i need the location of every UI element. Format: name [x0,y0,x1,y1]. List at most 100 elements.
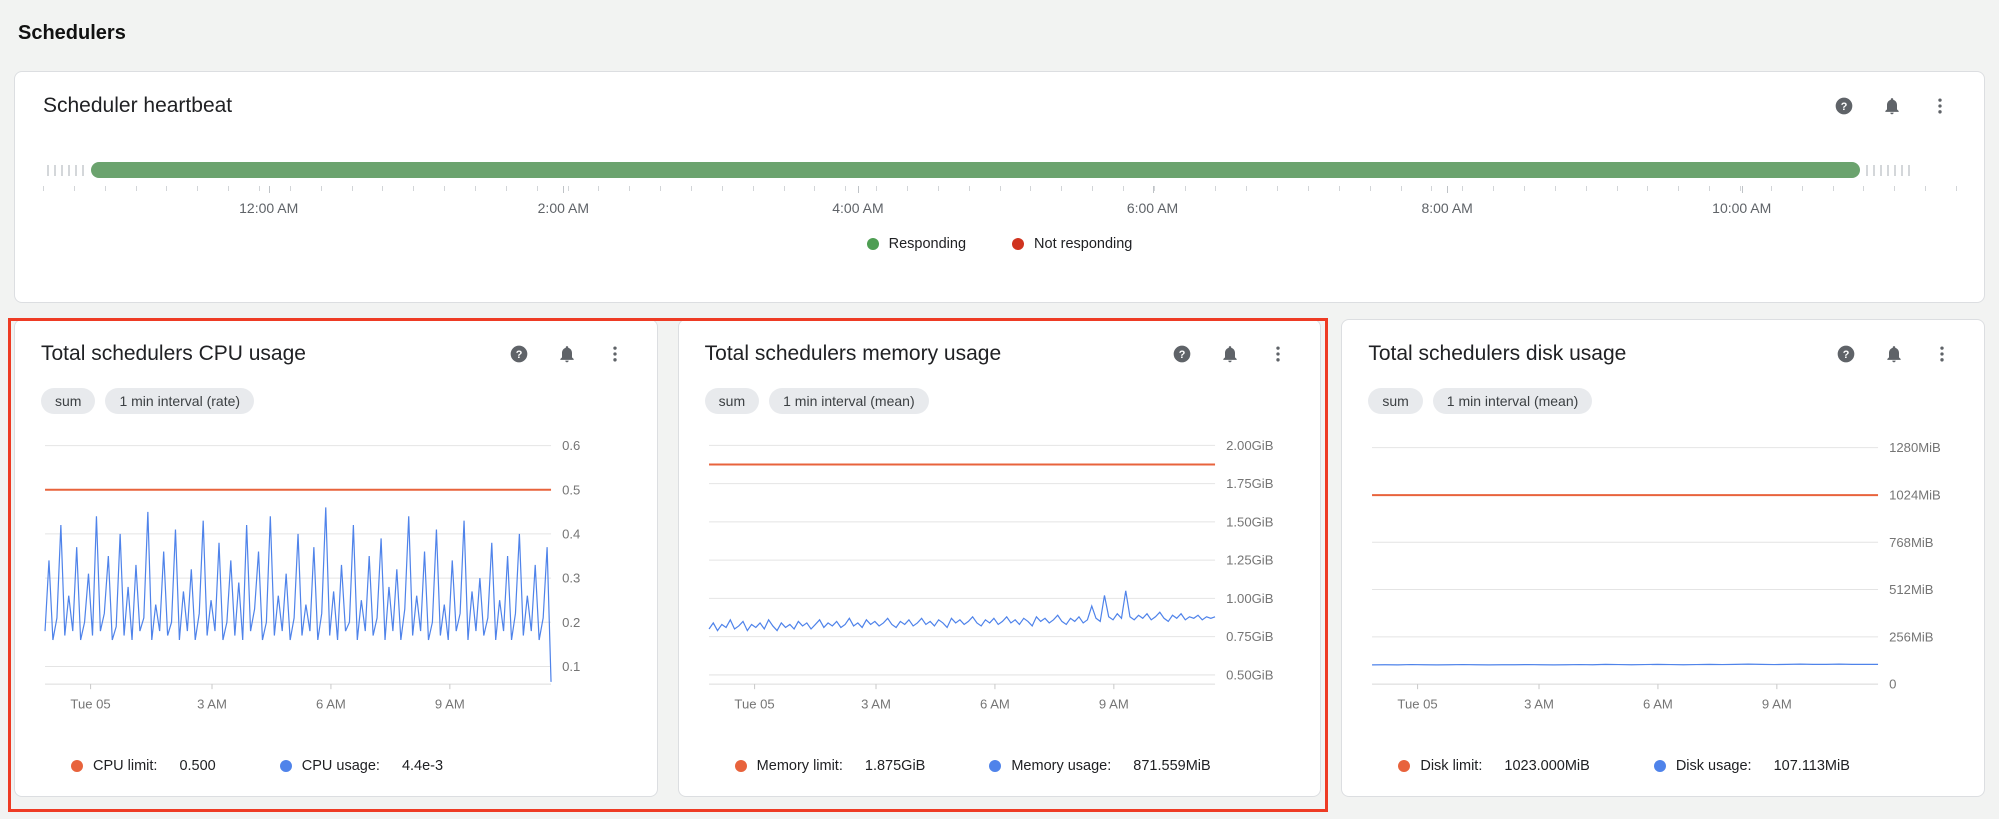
svg-text:0.4: 0.4 [562,526,580,541]
more-vert-icon[interactable] [1930,96,1950,116]
svg-text:6 AM: 6 AM [1643,696,1673,711]
cpu-card-title: Total schedulers CPU usage [41,342,306,366]
aggregation-chip[interactable]: sum [41,388,95,414]
cpu-limit-label: CPU limit: [93,758,157,774]
memory-usage-legend[interactable]: Memory usage: 871.559MiB [989,758,1210,774]
svg-text:0.50GiB: 0.50GiB [1226,667,1274,682]
not-responding-dot [1012,238,1024,250]
memory-usage-label: Memory usage: [1011,758,1111,774]
svg-text:6 AM: 6 AM [980,696,1010,711]
disk-chart-legend: Disk limit: 1023.000MiB Disk usage: 107.… [1368,758,1958,774]
svg-text:0.3: 0.3 [562,571,580,586]
disk-limit-label: Disk limit: [1420,758,1482,774]
heartbeat-card-title: Scheduler heartbeat [43,94,232,118]
svg-text:0.5: 0.5 [562,482,580,497]
interval-chip[interactable]: 1 min interval (mean) [769,388,929,414]
cpu-limit-legend[interactable]: CPU limit: 0.500 [71,758,216,774]
svg-text:6 AM: 6 AM [316,696,346,711]
svg-text:256MiB: 256MiB [1889,629,1934,644]
svg-text:0.2: 0.2 [562,615,580,630]
memory-usage-dot [989,760,1001,772]
not-responding-label: Not responding [1034,236,1132,252]
memory-limit-label: Memory limit: [757,758,843,774]
help-icon[interactable]: ? [509,344,529,364]
svg-text:1.00GiB: 1.00GiB [1226,591,1274,606]
svg-text:?: ? [1841,101,1848,113]
svg-text:0: 0 [1889,677,1896,692]
svg-text:1024MiB: 1024MiB [1889,487,1941,502]
aggregation-chip[interactable]: sum [705,388,759,414]
help-icon[interactable]: ? [1836,344,1856,364]
memory-usage-card: Total schedulers memory usage ? sum 1 mi… [678,319,1322,797]
charts-row: Total schedulers CPU usage ? sum 1 min i… [14,319,1985,797]
svg-text:2.00GiB: 2.00GiB [1226,438,1274,453]
cpu-usage-chart[interactable]: 0.60.50.40.30.20.1Tue 053 AM6 AM9 AM [41,416,631,737]
dashboard-page: Schedulers Scheduler heartbeat ? 12:00 A [0,0,1999,797]
cpu-usage-card: Total schedulers CPU usage ? sum 1 min i… [14,319,658,797]
more-vert-icon[interactable] [1268,344,1288,364]
svg-text:Tue 05: Tue 05 [1398,696,1438,711]
memory-limit-legend[interactable]: Memory limit: 1.875GiB [735,758,926,774]
svg-text:0.6: 0.6 [562,438,580,453]
alert-icon[interactable] [557,344,577,364]
disk-usage-dot [1654,760,1666,772]
svg-text:?: ? [515,349,522,361]
disk-limit-value: 1023.000MiB [1504,758,1589,774]
legend-item-responding: Responding [867,236,966,252]
alert-icon[interactable] [1882,96,1902,116]
svg-text:1.50GiB: 1.50GiB [1226,514,1274,529]
svg-text:1.25GiB: 1.25GiB [1226,553,1274,568]
svg-text:512MiB: 512MiB [1889,582,1934,597]
cpu-limit-value: 0.500 [179,758,215,774]
cpu-usage-legend[interactable]: CPU usage: 4.4e-3 [280,758,443,774]
memory-limit-value: 1.875GiB [865,758,925,774]
cpu-limit-dot [71,760,83,772]
help-icon[interactable]: ? [1172,344,1192,364]
disk-limit-dot [1398,760,1410,772]
more-vert-icon[interactable] [605,344,625,364]
cpu-usage-dot [280,760,292,772]
svg-text:Tue 05: Tue 05 [70,696,110,711]
heartbeat-bar[interactable] [91,162,1861,178]
svg-text:0.1: 0.1 [562,659,580,674]
heartbeat-card: Scheduler heartbeat ? 12:00 AM2:00 AM4:0… [14,71,1985,303]
memory-chart-legend: Memory limit: 1.875GiB Memory usage: 871… [705,758,1295,774]
disk-card-title: Total schedulers disk usage [1368,342,1626,366]
cpu-usage-value: 4.4e-3 [402,758,443,774]
no-data-hatch-left [47,165,87,176]
interval-chip[interactable]: 1 min interval (mean) [1433,388,1593,414]
no-data-hatch-right [1866,165,1910,176]
svg-text:768MiB: 768MiB [1889,535,1934,550]
svg-text:9 AM: 9 AM [1762,696,1792,711]
heartbeat-timeline [43,162,1956,178]
alert-icon[interactable] [1220,344,1240,364]
disk-limit-legend[interactable]: Disk limit: 1023.000MiB [1398,758,1589,774]
responding-label: Responding [889,236,966,252]
svg-text:9 AM: 9 AM [1099,696,1129,711]
more-vert-icon[interactable] [1932,344,1952,364]
svg-text:?: ? [1179,349,1186,361]
svg-text:1280MiB: 1280MiB [1889,440,1941,455]
svg-text:3 AM: 3 AM [197,696,227,711]
svg-text:3 AM: 3 AM [1524,696,1554,711]
disk-usage-card: Total schedulers disk usage ? sum 1 min … [1341,319,1985,797]
alert-icon[interactable] [1884,344,1904,364]
aggregation-chip[interactable]: sum [1368,388,1422,414]
responding-dot [867,238,879,250]
help-icon[interactable]: ? [1834,96,1854,116]
cpu-chart-legend: CPU limit: 0.500 CPU usage: 4.4e-3 [41,758,631,774]
heartbeat-legend: Responding Not responding [43,236,1956,252]
memory-usage-chart[interactable]: 2.00GiB1.75GiB1.50GiB1.25GiB1.00GiB0.75G… [705,416,1295,737]
disk-usage-label: Disk usage: [1676,758,1752,774]
svg-text:0.75GiB: 0.75GiB [1226,629,1274,644]
heartbeat-axis: 12:00 AM2:00 AM4:00 AM6:00 AM8:00 AM10:0… [43,186,1956,228]
disk-usage-chart[interactable]: 1280MiB 1024MiB 768MiB 512MiB 256MiB 0 Tue 05 3… [1368,416,1958,737]
legend-item-not-responding: Not responding [1012,236,1132,252]
page-title: Schedulers [18,22,1985,45]
interval-chip[interactable]: 1 min interval (rate) [105,388,254,414]
disk-usage-value: 107.113MiB [1774,758,1850,774]
svg-text:3 AM: 3 AM [861,696,891,711]
memory-usage-value: 871.559MiB [1133,758,1210,774]
disk-usage-legend[interactable]: Disk usage: 107.113MiB [1654,758,1850,774]
svg-text:Tue 05: Tue 05 [734,696,774,711]
